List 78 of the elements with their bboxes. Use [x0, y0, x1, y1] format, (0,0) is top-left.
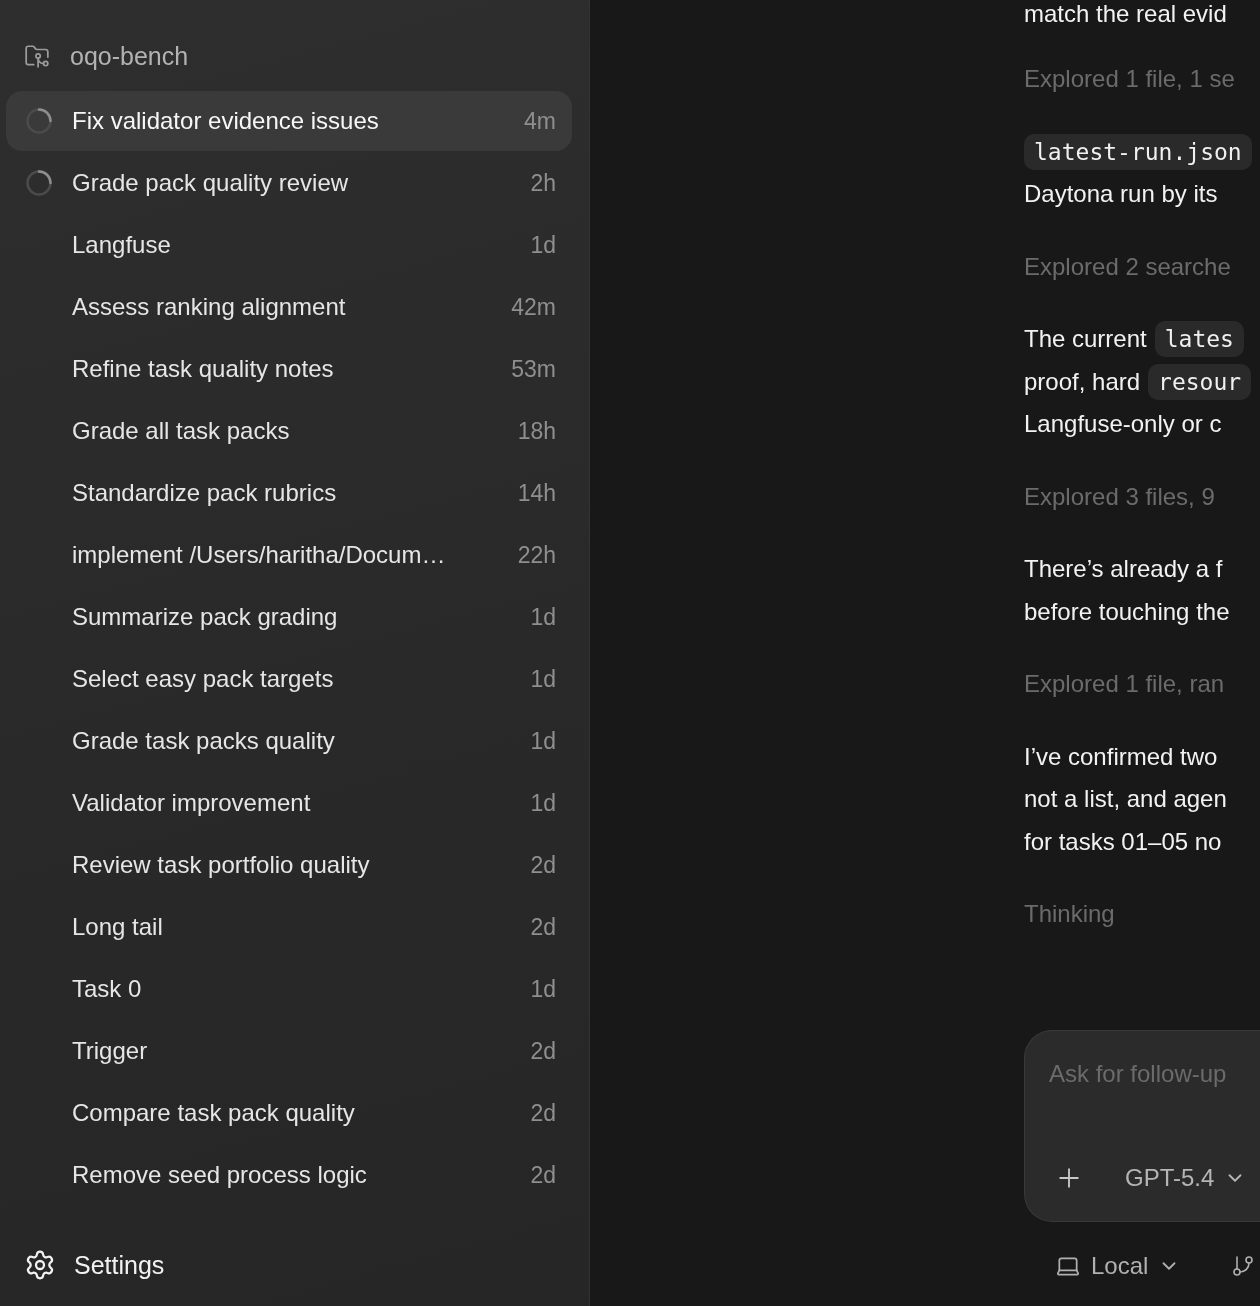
message-text: proof, hard — [1024, 367, 1141, 395]
thread-title: Grade all task packs — [72, 417, 291, 445]
thread-time: 1d — [530, 603, 556, 631]
composer-field[interactable]: Ask for follow-up GPT-5.4 — [1024, 1030, 1260, 1222]
thread-title: Review task portfolio quality — [72, 851, 371, 879]
prompt-input[interactable]: Ask for follow-up — [1049, 1058, 1260, 1146]
thread-title: Standardize pack rubrics — [72, 479, 338, 507]
thread-time: 18h — [517, 417, 556, 445]
environment-dropdown[interactable]: Local — [1048, 1244, 1187, 1288]
message-text: The current — [1024, 325, 1147, 352]
message-text: Daytona run by its — [1024, 180, 1218, 207]
thread-item[interactable]: Refine task quality notes 53m — [6, 339, 572, 399]
thread-item[interactable]: Grade pack quality review 2h — [6, 153, 572, 213]
thread-title: Grade pack quality review — [72, 169, 350, 197]
thread-time: 14h — [517, 479, 556, 507]
thread-item[interactable]: Assess ranking alignment 42m — [6, 277, 572, 337]
activity-text: Explored 1 file, 1 se — [1024, 65, 1235, 92]
message-text: match the real evid — [1024, 0, 1227, 28]
thread-time: 1d — [530, 665, 556, 693]
thread-item[interactable]: Trigger 2d — [6, 1021, 572, 1081]
thread-time: 2d — [530, 1161, 556, 1189]
thread-time: 2h — [530, 169, 556, 197]
settings-icon — [24, 1249, 56, 1281]
thread-time: 4m — [524, 107, 556, 135]
thread-item[interactable]: Grade task packs quality 1d — [6, 711, 572, 771]
folder-icon — [24, 43, 50, 69]
thread-time: 53m — [511, 355, 556, 383]
thread-title: Fix validator evidence issues — [72, 107, 380, 135]
thread-title: Refine task quality notes — [72, 355, 335, 383]
thread-title: Long tail — [72, 913, 164, 941]
activity-text: Explored 3 files, 9 — [1024, 482, 1215, 510]
thread-time: 22h — [517, 541, 556, 569]
thread-title: implement /Users/haritha/Docum… — [72, 541, 447, 569]
thread-title: Validator improvement — [72, 789, 312, 817]
thread-item[interactable]: Summarize pack grading 1d — [6, 587, 572, 647]
thread-item[interactable]: implement /Users/haritha/Docum… 22h — [6, 525, 572, 585]
thread-time: 2d — [530, 913, 556, 941]
activity-text: Thinking — [1024, 900, 1115, 927]
thread-item[interactable]: Compare task pack quality 2d — [6, 1083, 572, 1143]
thread-time: 2d — [530, 851, 556, 879]
activity-text: Explored 1 file, ran — [1024, 670, 1225, 697]
thread-title: Trigger — [72, 1037, 149, 1065]
thread-item[interactable]: Task 0 1d — [6, 959, 572, 1019]
message-text: I’ve confirmed two not a list, and agen for tasks 01–05 no — [1024, 741, 1227, 857]
thread-time: 42m — [511, 293, 556, 321]
thread-item[interactable]: Validator improvement 1d — [6, 773, 572, 833]
thread-item[interactable]: Standardize pack rubrics 14h — [6, 463, 572, 523]
thread-time: 2d — [530, 1099, 556, 1127]
thread-title: Compare task pack quality — [72, 1099, 356, 1127]
thread-title: Task 0 — [72, 975, 143, 1003]
thread-title: Select easy pack targets — [72, 665, 335, 693]
code-chip: latest-run.json — [1024, 133, 1252, 170]
thread-item[interactable]: Grade all task packs 18h — [6, 401, 572, 461]
model-dropdown[interactable]: GPT-5.4 — [1117, 1156, 1255, 1200]
project-header[interactable]: oqo-bench — [6, 30, 189, 82]
message-text: Langfuse-only or c — [1024, 410, 1222, 437]
thread-item[interactable]: Remove seed process logic 2d — [6, 1145, 572, 1205]
activity-text: Explored 2 searche — [1024, 252, 1231, 280]
thread-item[interactable]: Long tail 2d — [6, 897, 572, 957]
code-chip: resour — [1148, 363, 1252, 400]
git-branch-icon — [1231, 1254, 1255, 1278]
thread-title: Assess ranking alignment — [72, 293, 347, 321]
thread-item[interactable]: Langfuse 1d — [6, 215, 572, 275]
settings-button[interactable]: Settings — [6, 1239, 165, 1291]
thread-title: Summarize pack grading — [72, 603, 339, 631]
thread-time: 1d — [530, 789, 556, 817]
thread-title: Langfuse — [72, 231, 172, 259]
thread-item[interactable]: Select easy pack targets 1d — [6, 649, 572, 709]
thread-time: 1d — [530, 975, 556, 1003]
thread-title: Grade task packs quality — [72, 727, 336, 755]
code-chip: lates — [1154, 321, 1244, 357]
thread-item[interactable]: Review task portfolio quality 2d — [6, 835, 572, 895]
thread-item[interactable]: Fix validator evidence issues 4m — [6, 91, 572, 151]
message-text: There’s already a f before touching the — [1024, 554, 1230, 627]
thread-time: 1d — [530, 727, 556, 755]
thread-time: 2d — [530, 1037, 556, 1065]
thread-time: 1d — [530, 231, 556, 259]
thread-title: Remove seed process logic — [72, 1161, 368, 1189]
